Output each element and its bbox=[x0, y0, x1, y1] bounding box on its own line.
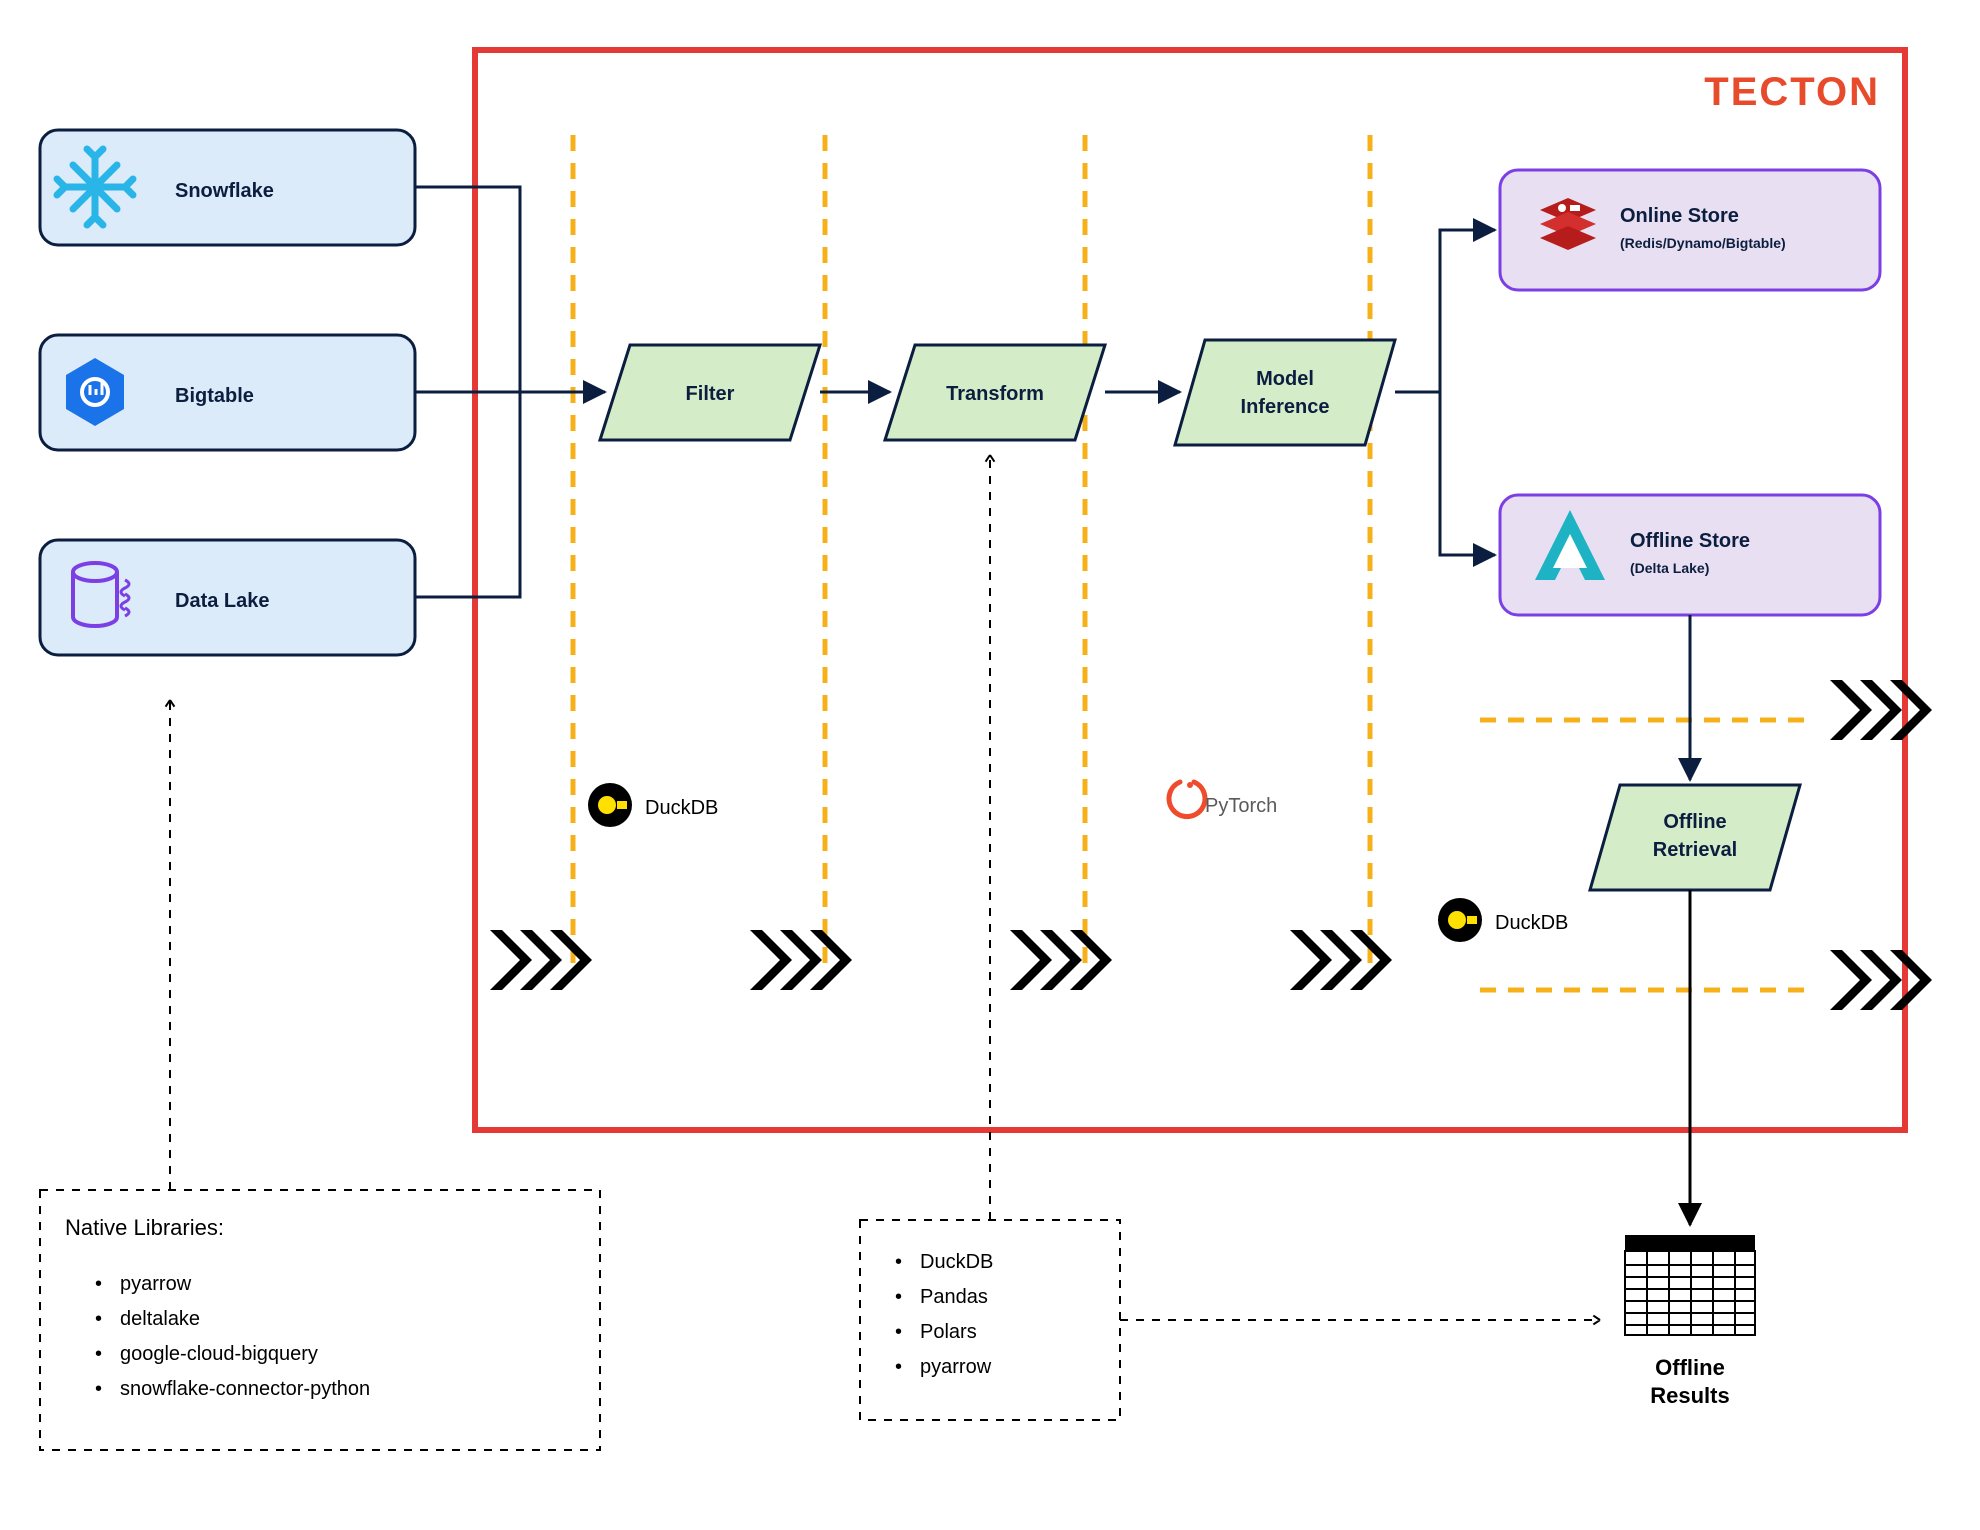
transform-label: Transform bbox=[946, 383, 1044, 405]
filter-label: Filter bbox=[686, 383, 735, 405]
source-datalake: Data Lake bbox=[40, 540, 415, 655]
online-store-sub: (Redis/Dynamo/Bigtable) bbox=[1620, 235, 1786, 251]
datalake-label: Data Lake bbox=[175, 590, 270, 612]
inference-label-1: Model bbox=[1256, 368, 1314, 390]
svg-text:•: • bbox=[895, 1286, 902, 1308]
svg-text:•: • bbox=[95, 1343, 102, 1365]
offline-store-title: Offline Store bbox=[1630, 530, 1750, 552]
transform-lib-2: Polars bbox=[920, 1321, 977, 1343]
pytorch-icon bbox=[1169, 782, 1205, 817]
native-lib-0: pyarrow bbox=[120, 1273, 192, 1295]
duckdb-icon-1 bbox=[588, 783, 632, 827]
native-lib-1: deltalake bbox=[120, 1308, 200, 1330]
results-line2: Results bbox=[1650, 1383, 1729, 1408]
bigtable-label: Bigtable bbox=[175, 385, 254, 407]
store-offline: Offline Store (Delta Lake) bbox=[1500, 495, 1880, 615]
retrieval-label-1: Offline bbox=[1663, 811, 1726, 833]
offline-store-sub: (Delta Lake) bbox=[1630, 560, 1709, 576]
transform-lib-0: DuckDB bbox=[920, 1251, 993, 1273]
native-lib-2: google-cloud-bigquery bbox=[120, 1343, 318, 1365]
inference-label-2: Inference bbox=[1241, 396, 1330, 418]
svg-text:•: • bbox=[895, 1251, 902, 1273]
native-lib-3: snowflake-connector-python bbox=[120, 1378, 370, 1400]
store-online: Online Store (Redis/Dynamo/Bigtable) bbox=[1500, 170, 1880, 290]
lane-dividers bbox=[573, 135, 1370, 970]
dashed-arrow-results bbox=[1120, 1312, 1600, 1328]
step-inference: Model Inference bbox=[1175, 340, 1395, 445]
pytorch-label: PyTorch bbox=[1205, 795, 1277, 817]
dashed-arrow-native bbox=[162, 700, 178, 1190]
online-store-title: Online Store bbox=[1620, 205, 1739, 227]
svg-text:•: • bbox=[895, 1321, 902, 1343]
transform-lib-1: Pandas bbox=[920, 1286, 988, 1308]
offline-results bbox=[1625, 1235, 1755, 1335]
duckdb-label-2: DuckDB bbox=[1495, 912, 1568, 934]
duckdb-label-1: DuckDB bbox=[645, 797, 718, 819]
snowflake-label: Snowflake bbox=[175, 180, 274, 202]
duckdb-icon-2 bbox=[1438, 898, 1482, 942]
step-filter: Filter bbox=[600, 345, 820, 440]
transform-libs-box: • DuckDB • Pandas • Polars • pyarrow bbox=[860, 1220, 1120, 1420]
diagram-canvas: TECTON Snowflake bbox=[0, 0, 1980, 1530]
transform-lib-3: pyarrow bbox=[920, 1356, 992, 1378]
svg-text:•: • bbox=[95, 1308, 102, 1330]
source-snowflake: Snowflake bbox=[40, 130, 415, 245]
svg-text:•: • bbox=[895, 1356, 902, 1378]
svg-text:•: • bbox=[95, 1273, 102, 1295]
results-line1: Offline bbox=[1655, 1355, 1725, 1380]
retrieval-label-2: Retrieval bbox=[1653, 839, 1738, 861]
dashed-arrow-transform bbox=[982, 455, 998, 1220]
step-retrieval: Offline Retrieval bbox=[1590, 785, 1800, 890]
brand-label: TECTON bbox=[1704, 70, 1880, 114]
native-libs-box: Native Libraries: • pyarrow • deltalake … bbox=[40, 1190, 600, 1450]
native-libs-title: Native Libraries: bbox=[65, 1215, 224, 1240]
inference-branch bbox=[1395, 230, 1495, 555]
source-bigtable: Bigtable bbox=[40, 335, 415, 450]
source-connectors bbox=[415, 187, 605, 597]
step-transform: Transform bbox=[885, 345, 1105, 440]
svg-text:•: • bbox=[95, 1378, 102, 1400]
